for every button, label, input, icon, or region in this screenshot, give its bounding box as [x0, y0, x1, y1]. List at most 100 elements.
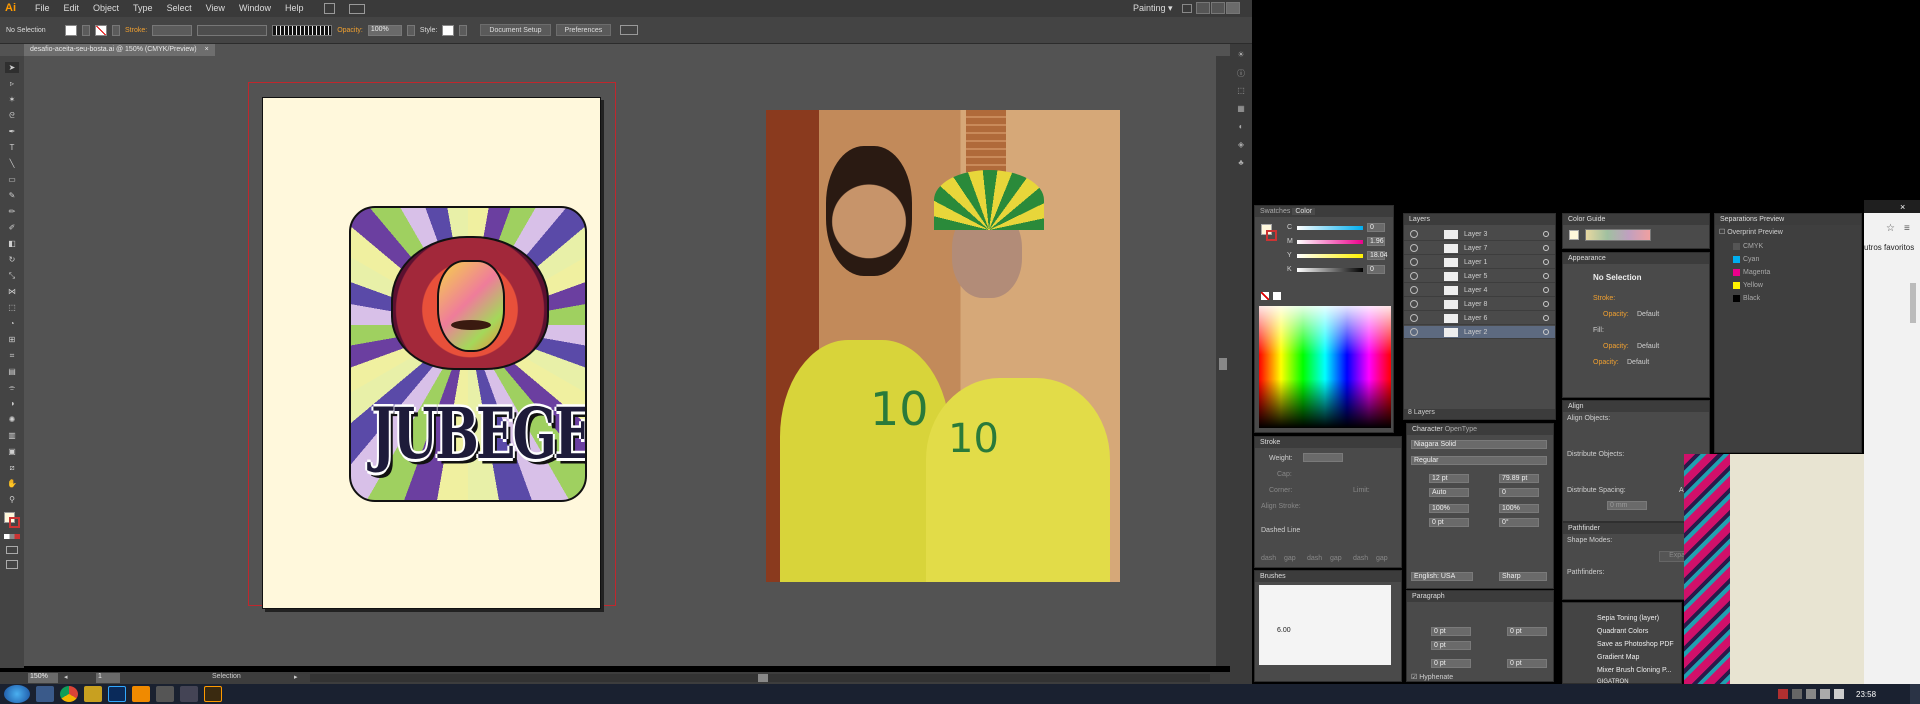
close-icon[interactable]	[1226, 2, 1240, 14]
base-color-swatch[interactable]	[1569, 230, 1579, 240]
blend-tool-icon[interactable]: ◑	[5, 398, 19, 409]
artboard-nav-prev-icon[interactable]: ◂	[64, 673, 68, 681]
color-spectrum[interactable]	[1259, 306, 1391, 428]
visibility-icon[interactable]	[1410, 272, 1418, 280]
app-icon-2[interactable]	[180, 686, 198, 702]
font-style-field[interactable]: Regular	[1411, 456, 1547, 465]
plate-row[interactable]: Magenta	[1717, 267, 1861, 278]
hand-tool-icon[interactable]: ✋	[5, 478, 19, 489]
app-icon[interactable]	[156, 686, 174, 702]
plate-row[interactable]: Cyan	[1717, 254, 1861, 265]
brush-definition-dropdown[interactable]	[272, 24, 333, 36]
menu-select[interactable]: Select	[160, 0, 199, 17]
winamp-icon[interactable]	[84, 686, 102, 702]
channel-k-slider[interactable]	[1297, 268, 1363, 272]
minimize-icon[interactable]	[1196, 2, 1210, 14]
status-menu-icon[interactable]: ▸	[294, 673, 298, 681]
draw-mode-icon[interactable]	[6, 546, 18, 554]
explorer-icon[interactable]	[36, 686, 54, 702]
line-tool-icon[interactable]: ╲	[5, 158, 19, 169]
browser-bookmarks[interactable]: utros favoritos	[1864, 243, 1914, 252]
visibility-icon[interactable]	[1410, 314, 1418, 322]
workspace-switcher[interactable]: Painting ▾	[1133, 0, 1173, 17]
shape-builder-tool-icon[interactable]: ◔	[5, 318, 19, 329]
layer-row[interactable]: Layer 4	[1404, 284, 1555, 297]
visibility-icon[interactable]	[1410, 286, 1418, 294]
tracking-field[interactable]: 0	[1499, 488, 1539, 497]
plate-row[interactable]: Yellow	[1717, 280, 1861, 291]
appearance-opacity-label-2[interactable]: Opacity:	[1603, 343, 1629, 350]
blob-brush-tool-icon[interactable]: ✐	[5, 222, 19, 233]
transform-icon[interactable]: ⬚	[1235, 86, 1247, 97]
vertical-scroll-thumb[interactable]	[1219, 358, 1227, 370]
horizontal-scroll-thumb[interactable]	[758, 674, 768, 682]
target-icon[interactable]	[1543, 231, 1549, 237]
info-icon[interactable]: ⓘ	[1235, 68, 1247, 79]
illustrator-taskbar-icon[interactable]	[204, 686, 222, 702]
magic-wand-tool-icon[interactable]: ✶	[5, 94, 19, 105]
stroke-label[interactable]: Stroke:	[125, 27, 147, 34]
visibility-icon[interactable]	[1410, 328, 1418, 336]
plate-row[interactable]: CMYK	[1717, 241, 1861, 252]
character-tab[interactable]: Character	[1412, 426, 1443, 433]
rotate-tool-icon[interactable]: ↻	[5, 254, 19, 265]
visibility-icon[interactable]	[1410, 258, 1418, 266]
menu-type[interactable]: Type	[126, 0, 160, 17]
start-button[interactable]	[4, 685, 30, 703]
menu-file[interactable]: File	[28, 0, 57, 17]
baseline-shift-field[interactable]: 0 pt	[1429, 518, 1469, 527]
search-help-icon[interactable]	[1182, 4, 1192, 13]
appearance-stroke-label[interactable]: Stroke:	[1593, 295, 1615, 302]
free-transform-tool-icon[interactable]: ⬚	[5, 302, 19, 313]
stroke-color-icon[interactable]	[9, 517, 20, 528]
left-indent-field[interactable]: 0 pt	[1431, 627, 1471, 636]
opacity-dropdown[interactable]	[406, 24, 415, 36]
eraser-tool-icon[interactable]: ◧	[5, 238, 19, 249]
slice-tool-icon[interactable]: ⧄	[5, 462, 19, 473]
white-swatch[interactable]	[1273, 292, 1281, 300]
style-dropdown[interactable]	[459, 24, 468, 36]
paintbrush-tool-icon[interactable]: ✎	[5, 190, 19, 201]
color-mode-icons[interactable]	[4, 534, 20, 539]
target-icon[interactable]	[1543, 329, 1549, 335]
eyedropper-tool-icon[interactable]: ⌯	[5, 382, 19, 393]
hyphenate-checkbox[interactable]: ☑ Hyphenate	[1411, 673, 1453, 681]
style-swatch[interactable]	[442, 24, 455, 36]
layer-name[interactable]: Layer 8	[1464, 298, 1487, 311]
action-item[interactable]: Quadrant Colors	[1597, 628, 1648, 635]
symbol-sprayer-tool-icon[interactable]: ✺	[5, 414, 19, 425]
target-icon[interactable]	[1543, 273, 1549, 279]
color-tab[interactable]: Color	[1292, 208, 1316, 215]
brush-preview-list[interactable]	[1259, 585, 1391, 665]
document-tab[interactable]: desafio-aceita-seu-bosta.ai @ 150% (CMYK…	[24, 44, 215, 56]
restore-icon[interactable]	[1211, 2, 1225, 14]
anti-aliasing-field[interactable]: Sharp	[1499, 572, 1547, 581]
language-field[interactable]: English: USA	[1411, 572, 1473, 581]
action-item[interactable]: Sepia Toning (layer)	[1597, 615, 1659, 622]
pencil-tool-icon[interactable]: ✏	[5, 206, 19, 217]
arrange-documents-icon[interactable]	[349, 3, 366, 14]
variable-width-dropdown[interactable]	[197, 24, 268, 36]
vertical-scale-field[interactable]: 100%	[1429, 504, 1469, 513]
target-icon[interactable]	[1543, 245, 1549, 251]
gradient-icon[interactable]: ▦	[1235, 104, 1247, 115]
layer-row[interactable]: Layer 5	[1404, 270, 1555, 283]
target-icon[interactable]	[1543, 315, 1549, 321]
width-tool-icon[interactable]: ⋈	[5, 286, 19, 297]
navigator-icon[interactable]: ☀	[1235, 50, 1247, 61]
tray-icon[interactable]	[1806, 689, 1816, 699]
appearance-opacity-label-1[interactable]: Opacity:	[1603, 311, 1629, 318]
column-graph-tool-icon[interactable]: ▥	[5, 430, 19, 441]
appearance-fill-label[interactable]: Fill:	[1593, 327, 1604, 334]
scale-tool-icon[interactable]: ⤡	[5, 270, 19, 281]
pen-tool-icon[interactable]: ✒	[5, 126, 19, 137]
layer-name[interactable]: Layer 4	[1464, 284, 1487, 297]
fill-dropdown[interactable]	[82, 24, 90, 36]
mesh-tool-icon[interactable]: ⌗	[5, 350, 19, 361]
layer-name[interactable]: Layer 1	[1464, 256, 1487, 269]
layer-name[interactable]: Layer 5	[1464, 270, 1487, 283]
artboard-tool-icon[interactable]: ▣	[5, 446, 19, 457]
show-desktop-button[interactable]	[1910, 684, 1920, 704]
layer-row[interactable]: Layer 1	[1404, 256, 1555, 269]
layer-row[interactable]: Layer 8	[1404, 298, 1555, 311]
